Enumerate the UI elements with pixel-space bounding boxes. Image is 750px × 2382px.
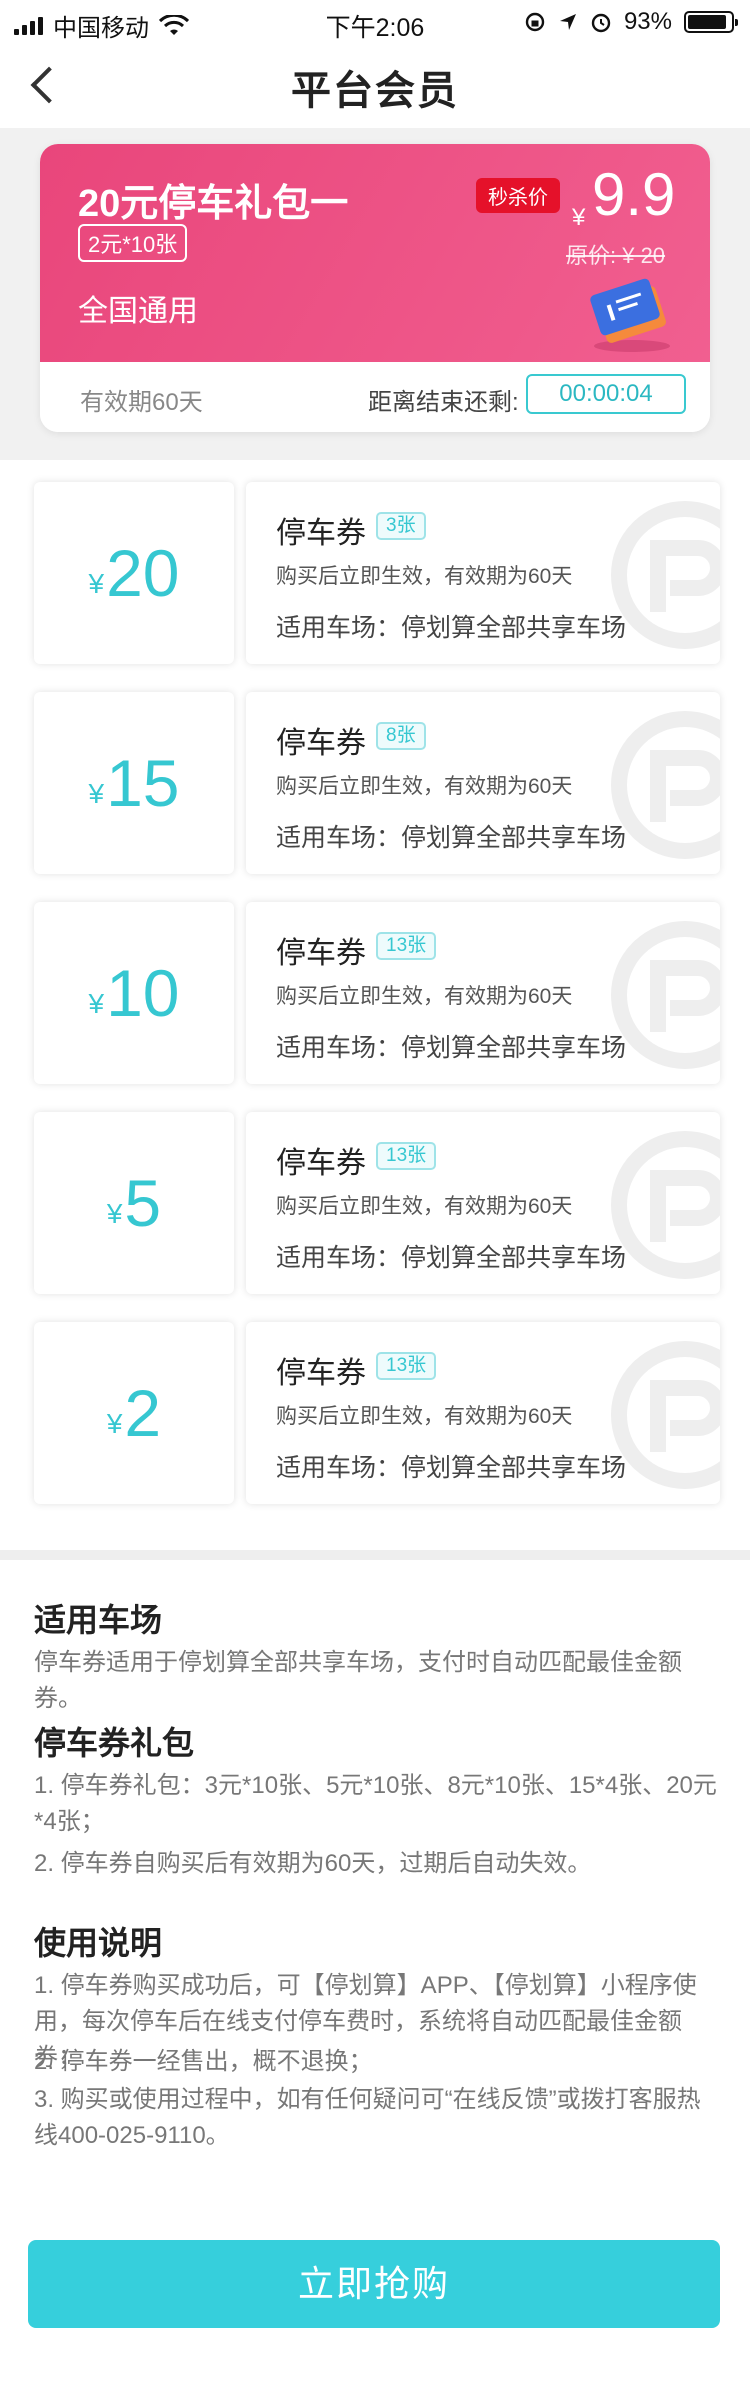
status-right: 93% bbox=[524, 8, 738, 36]
battery-icon bbox=[684, 11, 738, 33]
coupon-amount: 5 bbox=[124, 1166, 162, 1240]
sale-price: 9.9 bbox=[592, 161, 676, 228]
watermark-logo-icon bbox=[611, 1341, 720, 1489]
coupon-card[interactable]: ¥ 15 停车券 8张 购买后立即生效，有效期为60天 适用车场：停划算全部共享… bbox=[34, 692, 720, 874]
package-line-1: 1. 停车券礼包：3元*10张、5元*10张、8元*10张、15*4张、20元*… bbox=[34, 1772, 717, 1835]
package-section-title: 停车券礼包 bbox=[34, 1725, 195, 1761]
coupon-description: 购买后立即生效，有效期为60天 bbox=[276, 775, 573, 798]
promo-card[interactable]: 20元停车礼包一 2元*10张 全国通用 秒杀价 ¥ 9.9 原价: ¥ 20 … bbox=[40, 144, 710, 432]
coupon-venue: 适用车场：停划算全部共享车场 bbox=[276, 1034, 627, 1062]
coupon-info-box: 停车券 13张 购买后立即生效，有效期为60天 适用车场：停划算全部共享车场 bbox=[246, 902, 720, 1084]
battery-percent: 93% bbox=[623, 8, 672, 35]
coupon-venue: 适用车场：停划算全部共享车场 bbox=[276, 824, 627, 852]
price-currency: ¥ bbox=[572, 204, 586, 231]
promo-tag: 2元*10张 bbox=[78, 224, 188, 262]
coupon-info-box: 停车券 8张 购买后立即生效，有效期为60天 适用车场：停划算全部共享车场 bbox=[246, 692, 720, 874]
coupon-currency: ¥ bbox=[88, 988, 105, 1019]
coupon-count-badge: 13张 bbox=[376, 1142, 437, 1170]
coupon-info-box: 停车券 13张 购买后立即生效，有效期为60天 适用车场：停划算全部共享车场 bbox=[246, 1112, 720, 1294]
venue-section-title: 适用车场 bbox=[34, 1602, 163, 1638]
buy-now-button[interactable]: 立即抢购 bbox=[28, 2240, 720, 2328]
flash-sale-badge: 秒杀价 bbox=[476, 178, 560, 213]
coupon-info-box: 停车券 3张 购买后立即生效，有效期为60天 适用车场：停划算全部共享车场 bbox=[246, 482, 720, 664]
coupon-amount: 10 bbox=[106, 956, 180, 1030]
promo-banner: 20元停车礼包一 2元*10张 全国通用 秒杀价 ¥ 9.9 原价: ¥ 20 bbox=[40, 144, 710, 362]
coupon-amount-box: ¥ 5 bbox=[34, 1112, 234, 1294]
navigation-bar: 平台会员 bbox=[0, 44, 750, 128]
watermark-logo-icon bbox=[611, 1131, 720, 1279]
coupon-amount: 2 bbox=[124, 1376, 162, 1450]
coupon-venue: 适用车场：停划算全部共享车场 bbox=[276, 1454, 627, 1482]
package-line-2: 2. 停车券自购买后有效期为60天，过期后自动失效。 bbox=[34, 1850, 592, 1877]
coupon-currency: ¥ bbox=[106, 1198, 123, 1229]
coupon-card[interactable]: ¥ 2 停车券 13张 购买后立即生效，有效期为60天 适用车场：停划算全部共享… bbox=[34, 1322, 720, 1504]
rotation-lock-icon bbox=[525, 12, 545, 32]
alarm-icon bbox=[591, 13, 611, 33]
coupon-description: 购买后立即生效，有效期为60天 bbox=[276, 1405, 573, 1428]
coupon-amount: 15 bbox=[106, 746, 180, 820]
watermark-logo-icon bbox=[611, 501, 720, 649]
promo-scope: 全国通用 bbox=[78, 295, 198, 328]
coupon-title: 停车券 bbox=[276, 937, 366, 970]
coupon-count-badge: 13张 bbox=[376, 1352, 437, 1380]
status-bar: 中国移动 下午2:06 93% bbox=[0, 0, 750, 44]
coupon-description: 购买后立即生效，有效期为60天 bbox=[276, 565, 573, 588]
venue-section-text: 停车券适用于停划算全部共享车场，支付时自动匹配最佳金额券。 bbox=[34, 1649, 682, 1712]
coupon-count-badge: 3张 bbox=[376, 512, 426, 540]
coupon-venue: 适用车场：停划算全部共享车场 bbox=[276, 614, 627, 642]
coupon-venue: 适用车场：停划算全部共享车场 bbox=[276, 1244, 627, 1272]
countdown-timer: 00:00:04 bbox=[526, 374, 686, 414]
coupon-count-badge: 8张 bbox=[376, 722, 426, 750]
coupon-title: 停车券 bbox=[276, 727, 366, 760]
coupon-title: 停车券 bbox=[276, 517, 366, 550]
coupon-card[interactable]: ¥ 10 停车券 13张 购买后立即生效，有效期为60天 适用车场：停划算全部共… bbox=[34, 902, 720, 1084]
coupon-amount-box: ¥ 10 bbox=[34, 902, 234, 1084]
coupon-title: 停车券 bbox=[276, 1147, 366, 1180]
coupon-description: 购买后立即生效，有效期为60天 bbox=[276, 1195, 573, 1218]
promo-validity: 有效期60天 bbox=[80, 389, 203, 416]
coupon-card[interactable]: ¥ 20 停车券 3张 购买后立即生效，有效期为60天 适用车场：停划算全部共享… bbox=[34, 482, 720, 664]
coupon-info-box: 停车券 13张 购买后立即生效，有效期为60天 适用车场：停划算全部共享车场 bbox=[246, 1322, 720, 1504]
coupon-currency: ¥ bbox=[88, 778, 105, 809]
countdown-label: 距离结束还剩: bbox=[368, 389, 519, 416]
promo-footer: 有效期60天 距离结束还剩: 00:00:04 bbox=[40, 362, 710, 432]
ticket-icon bbox=[590, 278, 670, 352]
watermark-logo-icon bbox=[611, 921, 720, 1069]
coupon-description: 购买后立即生效，有效期为60天 bbox=[276, 985, 573, 1008]
usage-line-2: 2. 停车券一经售出，概不退换； bbox=[34, 2048, 373, 2075]
promo-section: 20元停车礼包一 2元*10张 全国通用 秒杀价 ¥ 9.9 原价: ¥ 20 … bbox=[0, 128, 750, 460]
section-divider bbox=[0, 1550, 750, 1560]
usage-line-3: 3. 购买或使用过程中，如有任何疑问可“在线反馈”或拨打客服热线400-025-… bbox=[34, 2086, 701, 2149]
coupon-amount-box: ¥ 15 bbox=[34, 692, 234, 874]
coupon-currency: ¥ bbox=[88, 568, 105, 599]
coupon-amount-box: ¥ 20 bbox=[34, 482, 234, 664]
watermark-logo-icon bbox=[611, 711, 720, 859]
coupon-amount: 20 bbox=[106, 536, 180, 610]
promo-title: 20元停车礼包一 bbox=[78, 183, 349, 225]
usage-section-title: 使用说明 bbox=[34, 1925, 163, 1961]
coupon-card[interactable]: ¥ 5 停车券 13张 购买后立即生效，有效期为60天 适用车场：停划算全部共享… bbox=[34, 1112, 720, 1294]
page-title: 平台会员 bbox=[291, 69, 459, 113]
coupon-count-badge: 13张 bbox=[376, 932, 437, 960]
coupon-currency: ¥ bbox=[106, 1408, 123, 1439]
location-icon bbox=[559, 14, 576, 30]
coupon-amount-box: ¥ 2 bbox=[34, 1322, 234, 1504]
coupon-title: 停车券 bbox=[276, 1357, 366, 1390]
